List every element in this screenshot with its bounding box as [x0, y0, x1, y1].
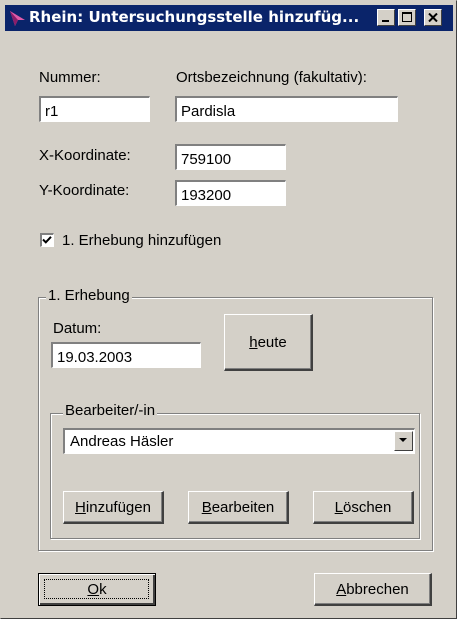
heute-button[interactable]: heute — [224, 314, 313, 371]
erhebung-group-title: 1. Erhebung — [46, 287, 132, 304]
title-bar[interactable]: Rhein: Untersuchungsstelle hinzufüg... — [5, 5, 453, 31]
y-koordinate-input[interactable] — [175, 180, 286, 206]
ort-input[interactable] — [175, 96, 398, 122]
ort-label: Ortsbezeichnung (fakultativ): — [176, 69, 367, 86]
minimize-icon[interactable] — [377, 9, 395, 26]
abbrechen-button[interactable]: Abbrechen — [314, 573, 432, 606]
hinzufuegen-button[interactable]: Hinzufügen — [63, 491, 164, 524]
window-title: Rhein: Untersuchungsstelle hinzufüg... — [29, 8, 360, 26]
dialog-window: Rhein: Untersuchungsstelle hinzufüg... N… — [0, 0, 457, 619]
x-koordinate-input[interactable] — [175, 144, 286, 170]
chevron-down-icon[interactable] — [394, 431, 413, 451]
loeschen-button[interactable]: Löschen — [313, 491, 414, 524]
x-koordinate-label: X-Koordinate: — [39, 147, 131, 164]
checkmark-icon — [42, 236, 52, 244]
bearbeiter-selected-value: Andreas Häsler — [70, 433, 174, 450]
datum-label: Datum: — [53, 320, 102, 337]
ok-button[interactable]: Ok — [38, 573, 156, 606]
maximize-icon[interactable] — [398, 9, 416, 26]
app-icon — [10, 11, 25, 26]
erhebung-checkbox-label[interactable]: 1. Erhebung hinzufügen — [62, 232, 221, 249]
datum-input[interactable] — [51, 342, 201, 368]
nummer-label: Nummer: — [39, 69, 101, 86]
close-icon[interactable] — [424, 9, 442, 26]
bearbeiter-group-title: Bearbeiter/-in — [63, 402, 158, 419]
y-koordinate-label: Y-Koordinate: — [39, 182, 130, 199]
nummer-input[interactable] — [39, 96, 150, 122]
bearbeiten-button[interactable]: Bearbeiten — [188, 491, 289, 524]
erhebung-checkbox[interactable] — [40, 233, 54, 247]
focus-rect — [44, 579, 149, 599]
bearbeiter-select[interactable]: Andreas Häsler — [63, 428, 415, 454]
